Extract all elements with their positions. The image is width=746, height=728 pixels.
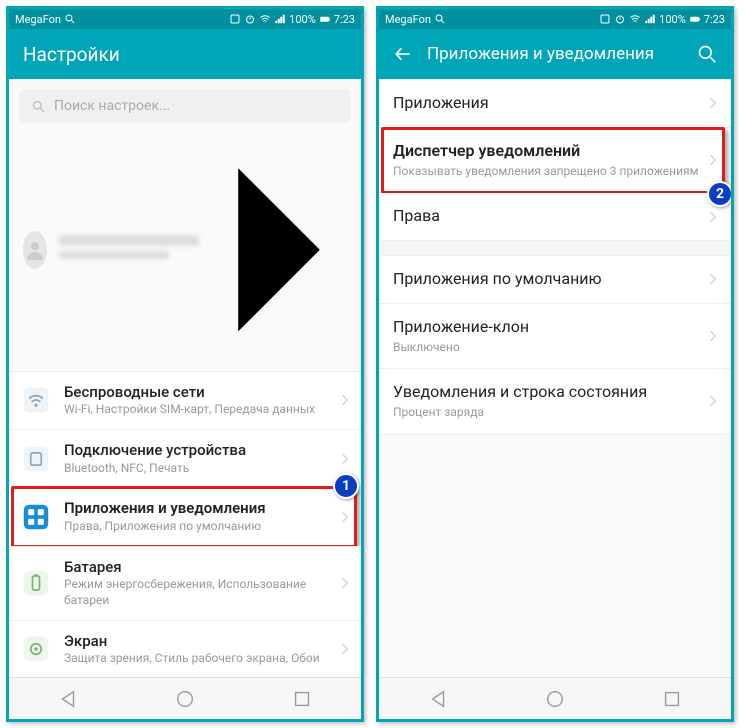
nav-home[interactable]: [544, 688, 566, 710]
item-sub: Права, Приложения по умолчанию: [64, 519, 328, 535]
carrier-label: MegaFon: [15, 13, 61, 26]
content-left: Поиск настроек... Беспроводные сети Wi-F…: [9, 79, 361, 677]
statusbar: MegaFon 100% 7:23: [9, 9, 361, 29]
nav-back[interactable]: [427, 688, 449, 710]
clock: 7:23: [334, 13, 355, 26]
battery-icon: [21, 568, 51, 598]
item-title: Приложение-клон: [393, 317, 709, 338]
chevron-right-icon: [709, 210, 717, 224]
item-sub: Режим энергосбережения, Использование ба…: [64, 577, 328, 608]
apps-item-statusbar[interactable]: Уведомления и строка состояния Процент з…: [379, 369, 731, 434]
alarm-icon: [244, 13, 256, 25]
search-icon: [434, 13, 446, 25]
settings-item-wireless[interactable]: Беспроводные сети Wi-Fi, Настройки SIM-к…: [9, 371, 361, 429]
chevron-right-icon: [709, 153, 717, 167]
apps-item-permissions[interactable]: Права: [379, 193, 731, 241]
alarm-icon: [614, 13, 626, 25]
apps-item-apps[interactable]: Приложения: [379, 79, 731, 128]
settings-item-battery[interactable]: Батарея Режим энергосбережения, Использо…: [9, 546, 361, 620]
item-title: Экран: [64, 632, 328, 651]
chevron-right-icon: [709, 394, 717, 408]
item-title: Приложения по умолчанию: [393, 269, 709, 290]
profile-row[interactable]: [9, 133, 361, 371]
settings-item-display[interactable]: Экран Защита зрения, Стиль рабочего экра…: [9, 620, 361, 677]
search-button[interactable]: [697, 44, 717, 64]
item-sub: Bluetooth, NFC, Печать: [64, 461, 328, 477]
battery-icon: [689, 13, 701, 25]
header-settings: Настройки: [9, 29, 361, 79]
item-title: Подключение устройства: [64, 441, 328, 460]
statusbar: MegaFon 100% 7:23: [379, 9, 731, 29]
item-sub: Защита зрения, Стиль рабочего экрана, Об…: [64, 651, 328, 667]
search-placeholder: Поиск настроек...: [54, 98, 170, 114]
chevron-right-icon: [341, 452, 349, 466]
step-badge-2: 2: [707, 181, 731, 207]
apps-item-notifications[interactable]: Диспетчер уведомлений Показывать уведомл…: [379, 128, 731, 193]
chevron-right-icon: [709, 96, 717, 110]
wifi-icon: [629, 13, 641, 25]
item-title: Приложения: [393, 93, 709, 114]
battery-pct: 100%: [289, 13, 316, 26]
battery-pct: 100%: [659, 13, 686, 26]
signal-icon: [644, 13, 656, 25]
item-title: Права: [393, 206, 709, 227]
chevron-right-icon: [709, 272, 717, 286]
header-apps: Приложения и уведомления: [379, 29, 731, 79]
settings-item-devices[interactable]: Подключение устройства Bluetooth, NFC, П…: [9, 429, 361, 487]
item-sub: Процент заряда: [393, 405, 709, 421]
section-spacer: [379, 241, 731, 255]
item-title: Диспетчер уведомлений: [393, 141, 709, 162]
bluetooth-icon: [21, 444, 51, 474]
avatar: [23, 231, 47, 269]
phone-right: MegaFon 100% 7:23 Приложения и уведомлен…: [376, 6, 734, 722]
signal-icon: [274, 13, 286, 25]
chevron-right-icon: [341, 576, 349, 590]
carrier-label: MegaFon: [385, 13, 431, 26]
clock: 7:23: [704, 13, 725, 26]
item-title: Приложения и уведомления: [64, 499, 328, 518]
navbar: [9, 677, 361, 719]
content-right: Приложения Диспетчер уведомлений Показыв…: [379, 79, 731, 677]
chevron-right-icon: [341, 510, 349, 524]
page-title: Приложения и уведомления: [427, 44, 654, 64]
item-title: Батарея: [64, 558, 328, 577]
nfc-icon: [599, 13, 611, 25]
item-title: Уведомления и строка состояния: [393, 382, 709, 403]
item-title: Беспроводные сети: [64, 383, 328, 402]
page-title: Настройки: [23, 43, 120, 66]
phone-left: MegaFon 100% 7:23 Настройки Поиск настро…: [6, 6, 364, 722]
chevron-right-icon: [341, 642, 349, 656]
nfc-icon: [229, 13, 241, 25]
item-sub: Wi-Fi, Настройки SIM-карт, Передача данн…: [64, 402, 328, 418]
search-icon: [31, 99, 46, 114]
chevron-right-icon: [709, 329, 717, 343]
chevron-right-icon: [211, 141, 347, 359]
wifi-icon: [21, 385, 51, 415]
battery-icon: [319, 13, 331, 25]
navbar: [379, 677, 731, 719]
settings-item-apps[interactable]: Приложения и уведомления Права, Приложен…: [9, 487, 361, 545]
apps-icon: [21, 502, 51, 532]
item-sub: Показывать уведомления запрещено 3 прило…: [393, 164, 709, 180]
apps-item-default[interactable]: Приложения по умолчанию: [379, 255, 731, 304]
display-icon: [21, 634, 51, 664]
search-input[interactable]: Поиск настроек...: [19, 89, 351, 123]
nav-recent[interactable]: [291, 688, 313, 710]
search-icon: [64, 13, 76, 25]
chevron-right-icon: [341, 393, 349, 407]
nav-home[interactable]: [174, 688, 196, 710]
back-button[interactable]: [393, 44, 413, 64]
nav-back[interactable]: [57, 688, 79, 710]
item-sub: Выключено: [393, 340, 709, 356]
wifi-icon: [259, 13, 271, 25]
apps-item-clone[interactable]: Приложение-клон Выключено: [379, 304, 731, 369]
nav-recent[interactable]: [661, 688, 683, 710]
